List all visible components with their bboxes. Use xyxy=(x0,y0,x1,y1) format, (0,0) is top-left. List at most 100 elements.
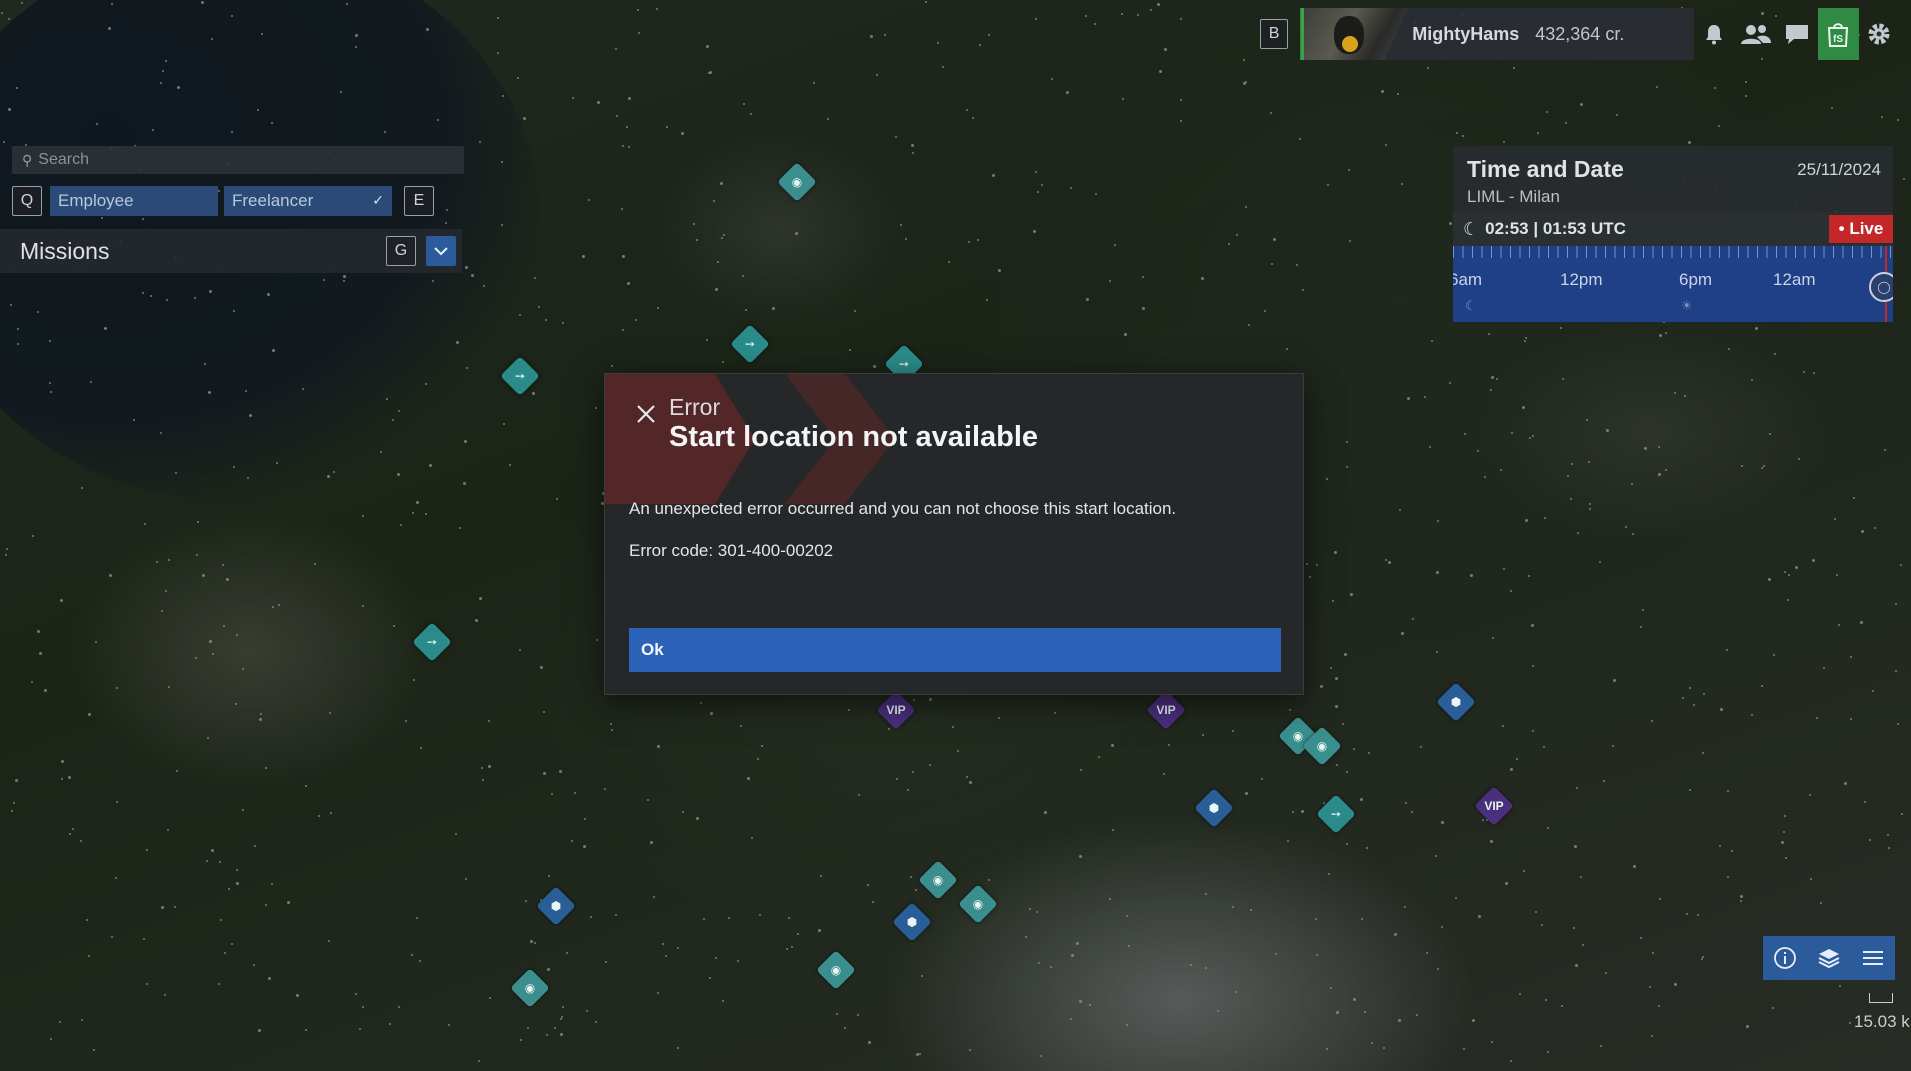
top-bar: B MightyHams 432,364 cr. fS xyxy=(1260,8,1900,60)
info-icon xyxy=(1774,947,1796,969)
moon-icon: ☾ xyxy=(1463,218,1480,239)
chat-button[interactable] xyxy=(1776,8,1817,60)
photo-mission-marker[interactable]: ◉ xyxy=(777,162,817,202)
map-scale-bar xyxy=(1869,993,1893,1003)
vip-mission-marker[interactable]: VIP xyxy=(1146,690,1186,730)
bell-icon xyxy=(1706,25,1723,45)
time-readout: ☾ 02:53 | 01:53 UTC • Live xyxy=(1453,212,1893,246)
photo-mission-marker[interactable]: ◉ xyxy=(816,950,856,990)
camera-icon: ◉ xyxy=(830,963,842,977)
credits-balance: 432,364 cr. xyxy=(1535,23,1625,44)
box-icon: ⬢ xyxy=(906,915,918,929)
chat-icon xyxy=(1785,25,1808,44)
svg-text:fS: fS xyxy=(1833,34,1843,45)
gear-icon xyxy=(1868,23,1890,45)
dialog-message: An unexpected error occurred and you can… xyxy=(629,499,1177,518)
timeline-handle[interactable]: ◯ xyxy=(1869,272,1893,302)
feather-icon: ➙ xyxy=(514,369,526,383)
info-button[interactable] xyxy=(1768,941,1802,975)
time-date-panel: Time and Date 25/11/2024 LIML - Milan ☾ … xyxy=(1453,146,1893,322)
cargo-mission-marker[interactable]: ⬢ xyxy=(892,902,932,942)
camera-icon: ◉ xyxy=(1316,739,1328,753)
feather-icon: ➙ xyxy=(426,635,438,649)
friends-button[interactable] xyxy=(1735,8,1776,60)
feather-mission-marker[interactable]: ➙ xyxy=(412,622,452,662)
camera-icon: ◉ xyxy=(932,873,944,887)
notifications-button[interactable] xyxy=(1694,8,1735,60)
users-icon xyxy=(1740,25,1771,44)
error-dialog: Error Start location not available An un… xyxy=(604,373,1304,695)
feather-icon: ➙ xyxy=(744,337,756,351)
sun-icon: ☀ xyxy=(1681,298,1693,313)
layers-icon xyxy=(1818,949,1840,969)
list-filter-icon xyxy=(1863,951,1883,965)
box-icon: ⬢ xyxy=(1450,695,1462,709)
camera-icon: ◉ xyxy=(524,981,536,995)
feather-mission-marker[interactable]: ➙ xyxy=(500,356,540,396)
dialog-kicker: Error xyxy=(669,394,721,420)
current-date: 25/11/2024 xyxy=(1797,160,1881,179)
error-code: Error code: 301-400-00202 xyxy=(629,541,834,560)
tab-freelancer-label: Freelancer xyxy=(232,191,314,210)
timeline-label: 6pm xyxy=(1679,270,1713,289)
photo-mission-marker[interactable]: ◉ xyxy=(510,968,550,1008)
shop-icon: fS xyxy=(1828,23,1849,47)
map-scale-label: 15.03 k xyxy=(1854,1012,1910,1031)
settings-button[interactable] xyxy=(1859,8,1900,60)
live-button[interactable]: • Live xyxy=(1829,215,1893,243)
close-icon xyxy=(637,405,655,423)
timeline-ticks xyxy=(1453,246,1893,258)
user-profile[interactable]: MightyHams 432,364 cr. xyxy=(1300,8,1694,60)
chevron-down-icon xyxy=(434,247,448,256)
timeline-label: 12am xyxy=(1773,270,1816,289)
vip-mission-marker[interactable]: VIP xyxy=(1474,786,1514,826)
box-icon: ⬢ xyxy=(1208,801,1220,815)
tab-employee[interactable]: Employee xyxy=(50,186,218,216)
filter-button[interactable] xyxy=(1856,941,1890,975)
missions-expand-button[interactable] xyxy=(426,236,456,266)
cargo-mission-marker[interactable]: ⬢ xyxy=(536,886,576,926)
current-location: LIML - Milan xyxy=(1467,187,1560,206)
time-panel-header: Time and Date 25/11/2024 LIML - Milan xyxy=(1453,146,1893,212)
map-controls xyxy=(1763,936,1895,980)
cargo-mission-marker[interactable]: ⬢ xyxy=(1194,788,1234,828)
search-icon: ⚲ xyxy=(22,151,33,168)
prev-role-key[interactable]: Q xyxy=(12,186,42,216)
role-switcher: Q Employee Freelancer ✓ E xyxy=(12,184,464,218)
checkmark-icon: ✓ xyxy=(372,192,384,208)
camera-icon: ◉ xyxy=(791,175,803,189)
next-role-key[interactable]: E xyxy=(404,186,434,216)
vip-icon: VIP xyxy=(886,703,906,717)
ok-button[interactable]: Ok xyxy=(629,628,1281,672)
photo-mission-marker[interactable]: ◉ xyxy=(958,884,998,924)
timeline-label: 6am xyxy=(1453,270,1483,289)
username: MightyHams xyxy=(1412,23,1520,44)
time-slider[interactable]: 6am 12pm 6pm 12am ☾ ☀ ◯ xyxy=(1453,246,1893,322)
tab-employee-label: Employee xyxy=(58,191,134,210)
box-icon: ⬢ xyxy=(550,899,562,913)
photo-mission-marker[interactable]: ◉ xyxy=(918,860,958,900)
layers-button[interactable] xyxy=(1812,941,1846,975)
feather-mission-marker[interactable]: ➙ xyxy=(1316,794,1356,834)
close-button[interactable] xyxy=(631,399,661,429)
cargo-mission-marker[interactable]: ⬢ xyxy=(1436,682,1476,722)
camera-icon: ◉ xyxy=(972,897,984,911)
missions-title: Missions xyxy=(20,237,110,264)
dialog-title: Start location not available xyxy=(669,421,1039,453)
topbar-hotkey[interactable]: B xyxy=(1260,19,1289,49)
missions-hotkey[interactable]: G xyxy=(386,236,416,266)
vip-mission-marker[interactable]: VIP xyxy=(876,690,916,730)
search-bar[interactable]: ⚲ xyxy=(12,146,464,174)
timeline-label: 12pm xyxy=(1560,270,1603,289)
avatar[interactable] xyxy=(1300,8,1409,60)
shop-button[interactable]: fS xyxy=(1817,8,1859,60)
missions-header: Missions G xyxy=(0,229,462,273)
photo-mission-marker[interactable]: ◉ xyxy=(1302,726,1342,766)
current-time: 02:53 | 01:53 UTC xyxy=(1485,219,1626,238)
vip-icon: VIP xyxy=(1156,703,1176,717)
tab-freelancer[interactable]: Freelancer ✓ xyxy=(224,186,392,216)
feather-mission-marker[interactable]: ➙ xyxy=(730,324,770,364)
night-icon: ☾ xyxy=(1465,298,1477,313)
search-input[interactable] xyxy=(38,151,439,169)
vip-icon: VIP xyxy=(1484,799,1504,813)
